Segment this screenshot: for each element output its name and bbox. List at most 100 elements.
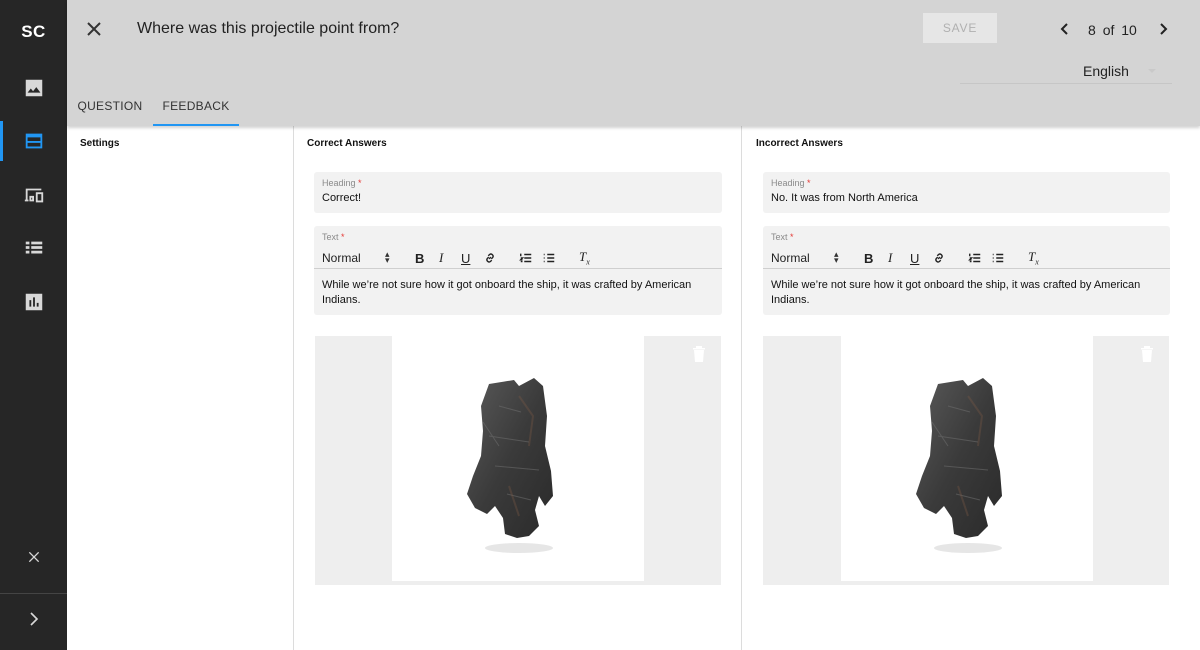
image-icon <box>25 79 42 97</box>
close-icon <box>28 551 39 563</box>
format-select[interactable]: Normal ▴ ▾ <box>771 249 841 266</box>
heading-label: Heading * <box>771 178 811 188</box>
dropdown-caret-icon <box>1148 69 1156 73</box>
link-button[interactable] <box>932 250 946 266</box>
settings-panel: Settings <box>67 126 294 650</box>
trash-icon <box>1141 346 1153 362</box>
rail-item-images[interactable] <box>0 68 67 108</box>
link-icon <box>935 253 943 263</box>
ordered-list-button[interactable] <box>519 250 533 266</box>
correct-heading-field[interactable]: Heading * Correct! <box>314 172 722 213</box>
chevron-right-icon <box>29 612 38 626</box>
clear-format-icon: Tx <box>1028 249 1039 267</box>
underline-button[interactable]: U <box>910 250 919 266</box>
projectile-point-image <box>841 336 1093 581</box>
clear-format-button[interactable]: Tx <box>579 249 590 267</box>
required-marker: * <box>807 178 811 188</box>
underline-icon: U <box>910 250 920 266</box>
bullet-list-button[interactable] <box>542 250 556 266</box>
app-logo: SC <box>21 22 46 41</box>
select-arrows-icon: ▴ ▾ <box>385 249 390 265</box>
incorrect-heading-value: No. It was from North America <box>771 192 918 204</box>
bold-icon: B <box>415 250 425 266</box>
correct-text-editor: Text * Normal ▴ ▾ B I U Tx While we’re no… <box>314 226 722 315</box>
correct-image-container <box>315 336 721 585</box>
bullet-list-icon <box>543 253 555 263</box>
heading-label-text: Heading <box>771 178 805 188</box>
delete-image-button[interactable] <box>692 346 706 362</box>
text-label: Text * <box>322 232 345 242</box>
tab-question[interactable]: QUESTION <box>67 86 153 126</box>
rich-text-toolbar: Normal ▴ ▾ B I U Tx <box>314 246 722 269</box>
format-select-value: Normal <box>771 251 810 265</box>
incorrect-answers-panel: Incorrect Answers Heading * No. It was f… <box>742 126 1200 650</box>
language-select[interactable]: English <box>960 56 1172 84</box>
underline-button[interactable]: U <box>461 250 470 266</box>
devices-icon <box>24 188 43 203</box>
correct-text-content[interactable]: While we’re not sure how it got onboard … <box>322 278 712 308</box>
format-select[interactable]: Normal ▴ ▾ <box>322 249 392 266</box>
arrowhead-image <box>916 378 1002 553</box>
rail-item-list[interactable] <box>0 228 67 268</box>
clear-format-icon: Tx <box>579 249 590 267</box>
incorrect-image-container <box>763 336 1169 585</box>
correct-heading-value: Correct! <box>322 192 362 204</box>
clear-format-button[interactable]: Tx <box>1028 249 1039 267</box>
link-button[interactable] <box>483 250 497 266</box>
underline-icon: U <box>461 250 471 266</box>
required-marker: * <box>790 232 794 242</box>
italic-button[interactable]: I <box>439 250 443 266</box>
heading-label-text: Heading <box>322 178 356 188</box>
format-select-value: Normal <box>322 251 361 265</box>
chart-icon <box>25 293 42 311</box>
settings-title: Settings <box>80 138 120 149</box>
select-arrows-icon: ▴ ▾ <box>834 249 839 265</box>
bullet-list-icon <box>992 253 1004 263</box>
rich-text-toolbar: Normal ▴ ▾ B I U Tx <box>763 246 1170 269</box>
required-marker: * <box>358 178 362 188</box>
projectile-point-image <box>392 336 644 581</box>
close-editor-button[interactable] <box>82 17 106 41</box>
web-layout-icon <box>25 133 42 149</box>
trash-icon <box>693 346 705 362</box>
tab-feedback[interactable]: FEEDBACK <box>153 86 239 126</box>
rail-item-layout[interactable] <box>0 121 67 161</box>
text-label-text: Text <box>322 232 339 242</box>
pager-current: 8 <box>1088 22 1096 38</box>
close-icon <box>87 22 101 36</box>
incorrect-text-content[interactable]: While we’re not sure how it got onboard … <box>771 278 1161 308</box>
italic-icon: I <box>888 250 893 265</box>
incorrect-heading-field[interactable]: Heading * No. It was from North America <box>763 172 1170 213</box>
italic-icon: I <box>439 250 444 265</box>
correct-answers-title: Correct Answers <box>307 138 387 149</box>
bold-button[interactable]: B <box>415 250 424 266</box>
incorrect-text-editor: Text * Normal ▴ ▾ B I U Tx While we’re no… <box>763 226 1170 315</box>
language-value: English <box>1083 63 1129 79</box>
previous-question-button[interactable] <box>1055 19 1075 39</box>
save-button[interactable]: SAVE <box>923 13 997 43</box>
rail-expand-button[interactable] <box>0 599 67 639</box>
rail-divider <box>0 593 67 594</box>
bullet-list-button[interactable] <box>991 250 1005 266</box>
pager-total: 10 <box>1121 22 1137 38</box>
next-question-button[interactable] <box>1153 19 1173 39</box>
ordered-list-icon <box>968 253 981 263</box>
rail-item-reports[interactable] <box>0 282 67 322</box>
left-rail: SC <box>0 0 67 650</box>
pager-separator: of <box>1102 22 1115 38</box>
arrowhead-image <box>467 378 553 553</box>
rail-item-devices[interactable] <box>0 175 67 215</box>
chevron-left-icon <box>1060 23 1068 35</box>
ordered-list-button[interactable] <box>968 250 982 266</box>
delete-image-button[interactable] <box>1140 346 1154 362</box>
heading-label: Heading * <box>322 178 362 188</box>
link-icon <box>486 253 494 263</box>
italic-button[interactable]: I <box>888 250 892 266</box>
required-marker: * <box>341 232 345 242</box>
text-label: Text * <box>771 232 794 242</box>
editor-header: Where was this projectile point from? SA… <box>67 0 1200 126</box>
rail-close-button[interactable] <box>0 537 67 577</box>
bold-button[interactable]: B <box>864 250 873 266</box>
ordered-list-icon <box>519 253 532 263</box>
chevron-right-icon <box>1160 23 1168 35</box>
